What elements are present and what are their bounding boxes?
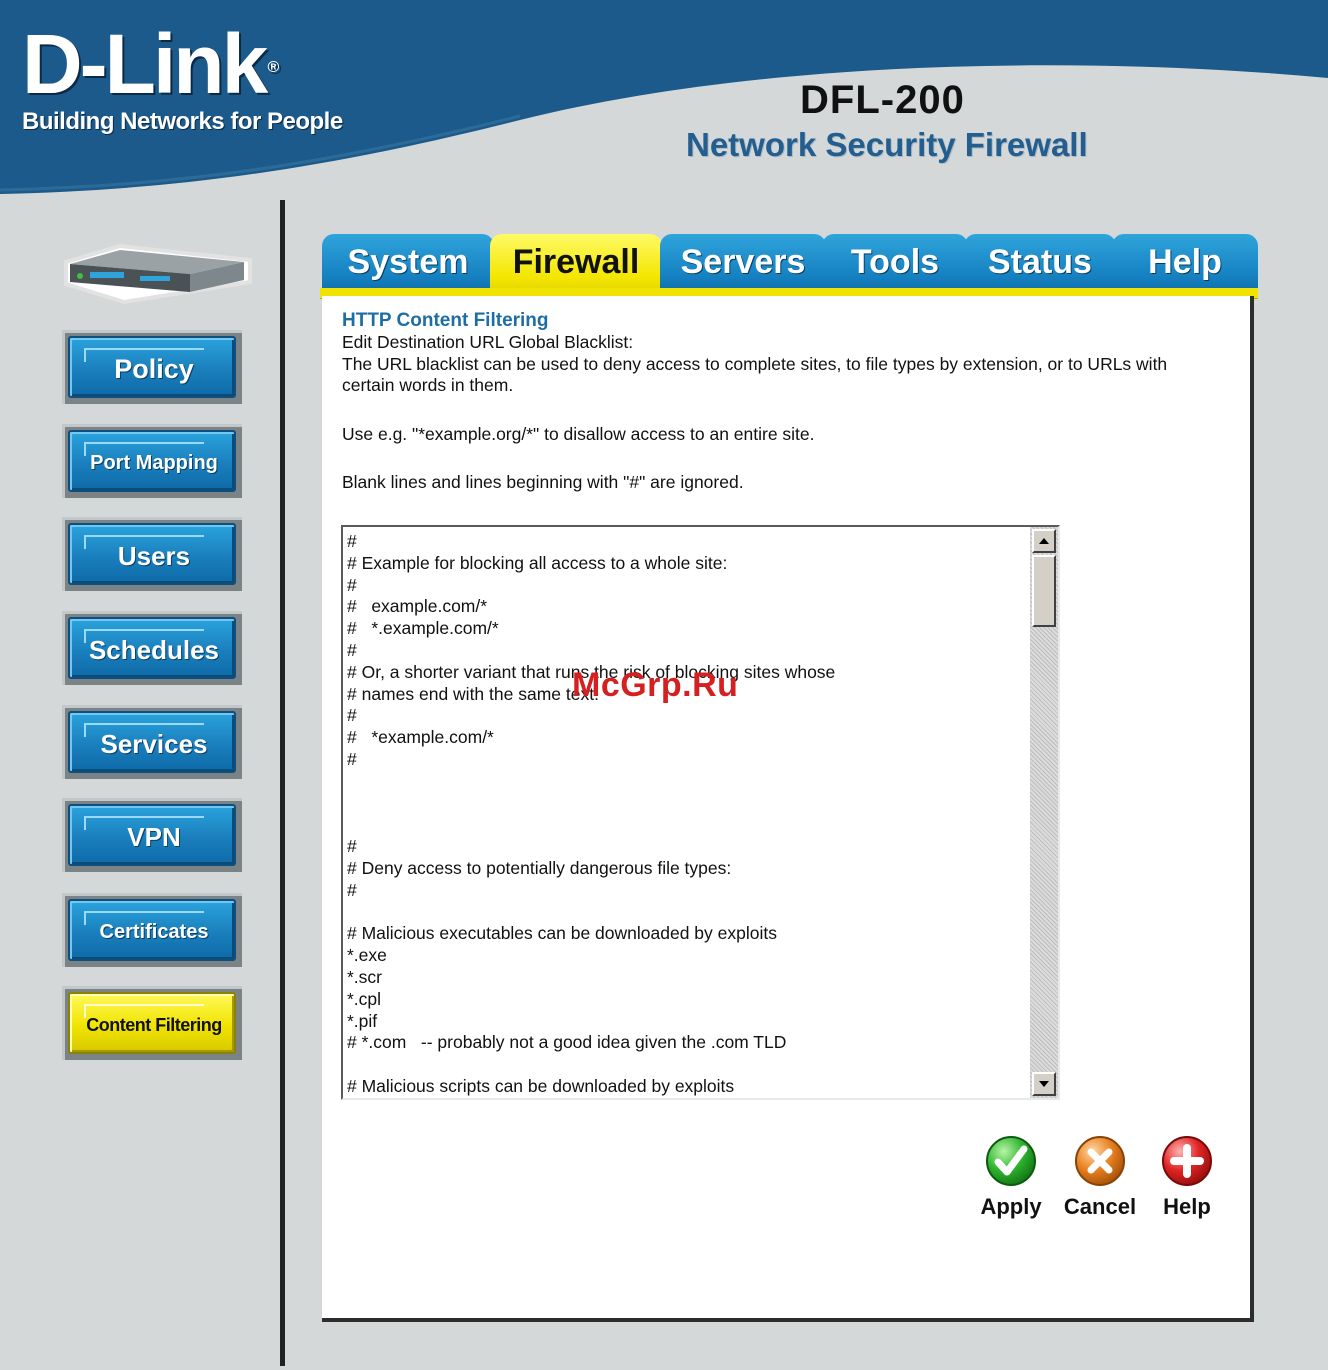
scroll-thumb[interactable] bbox=[1032, 555, 1056, 627]
tab-firewall[interactable]: Firewall bbox=[490, 234, 662, 296]
page-subtitle: Edit Destination URL Global Blacklist: bbox=[342, 332, 634, 352]
textarea-scrollbar[interactable] bbox=[1030, 527, 1058, 1098]
cancel-button[interactable]: Cancel bbox=[1055, 1134, 1145, 1220]
sidebar-item-label: Port Mapping bbox=[90, 451, 218, 474]
tab-status[interactable]: Status bbox=[964, 234, 1116, 296]
product-name: Network Security Firewall bbox=[686, 126, 1088, 163]
sidebar-item-label: Services bbox=[100, 728, 208, 759]
example-hint: Use e.g. "*example.org/*" to disallow ac… bbox=[342, 423, 815, 444]
plus-circle-icon bbox=[1162, 1136, 1212, 1186]
help-label: Help bbox=[1163, 1194, 1211, 1219]
help-button[interactable]: Help bbox=[1142, 1134, 1232, 1220]
sidebar-item-users[interactable]: Users bbox=[62, 517, 242, 591]
sidebar-item-label: Content Filtering bbox=[86, 1014, 222, 1035]
arrow-down-icon bbox=[1039, 1081, 1049, 1087]
tab-help[interactable]: Help bbox=[1112, 234, 1258, 296]
x-circle-icon bbox=[1075, 1136, 1125, 1186]
sidebar-item-certificates[interactable]: Certificates bbox=[62, 893, 242, 967]
sidebar-item-port-mapping[interactable]: Port Mapping bbox=[62, 424, 242, 498]
sidebar-item-vpn[interactable]: VPN bbox=[62, 798, 242, 872]
page-title: HTTP Content Filtering bbox=[342, 310, 549, 331]
blacklist-textarea[interactable]: # # Example for blocking all access to a… bbox=[341, 525, 1060, 1100]
device-image bbox=[64, 243, 252, 305]
blacklist-text[interactable]: # # Example for blocking all access to a… bbox=[347, 531, 1027, 1096]
sidebar-item-schedules[interactable]: Schedules bbox=[62, 611, 242, 685]
tab-tools[interactable]: Tools bbox=[822, 234, 968, 296]
tab-system[interactable]: System bbox=[322, 234, 494, 296]
scroll-up-button[interactable] bbox=[1032, 529, 1056, 553]
sidebar-item-services[interactable]: Services bbox=[62, 705, 242, 779]
page-description: The URL blacklist can be used to deny ac… bbox=[342, 353, 1168, 396]
ignore-hint: Blank lines and lines beginning with "#"… bbox=[342, 472, 744, 492]
apply-button[interactable]: Apply bbox=[966, 1134, 1056, 1220]
logo-tagline: Building Networks for People bbox=[22, 108, 343, 135]
sidebar-divider bbox=[280, 200, 285, 1366]
scroll-down-button[interactable] bbox=[1032, 1072, 1056, 1096]
sidebar-item-label: Policy bbox=[114, 353, 194, 384]
watermark: McGrp.Ru bbox=[572, 666, 739, 704]
sidebar-item-label: VPN bbox=[127, 821, 181, 852]
tab-servers[interactable]: Servers bbox=[660, 234, 826, 296]
logo-text: D-Link bbox=[22, 17, 268, 111]
sidebar-item-label: Schedules bbox=[88, 634, 220, 665]
header-banner: D-Link ® Building Networks for People DF… bbox=[0, 0, 1328, 200]
cancel-label: Cancel bbox=[1063, 1194, 1137, 1219]
sidebar-item-content-filtering[interactable]: Content Filtering bbox=[62, 986, 242, 1060]
check-circle-icon bbox=[986, 1136, 1036, 1186]
dlink-logo: D-Link ® Building Networks for People bbox=[22, 22, 343, 136]
apply-label: Apply bbox=[980, 1194, 1042, 1219]
model-name: DFL-200 bbox=[800, 78, 965, 122]
arrow-up-icon bbox=[1039, 538, 1049, 544]
sidebar-item-label: Certificates bbox=[99, 920, 209, 943]
sidebar-item-policy[interactable]: Policy bbox=[62, 330, 242, 404]
content-text: HTTP Content Filtering Edit Destination … bbox=[342, 310, 1202, 494]
sidebar-item-label: Users bbox=[117, 540, 191, 571]
registered-mark: ® bbox=[267, 59, 280, 76]
